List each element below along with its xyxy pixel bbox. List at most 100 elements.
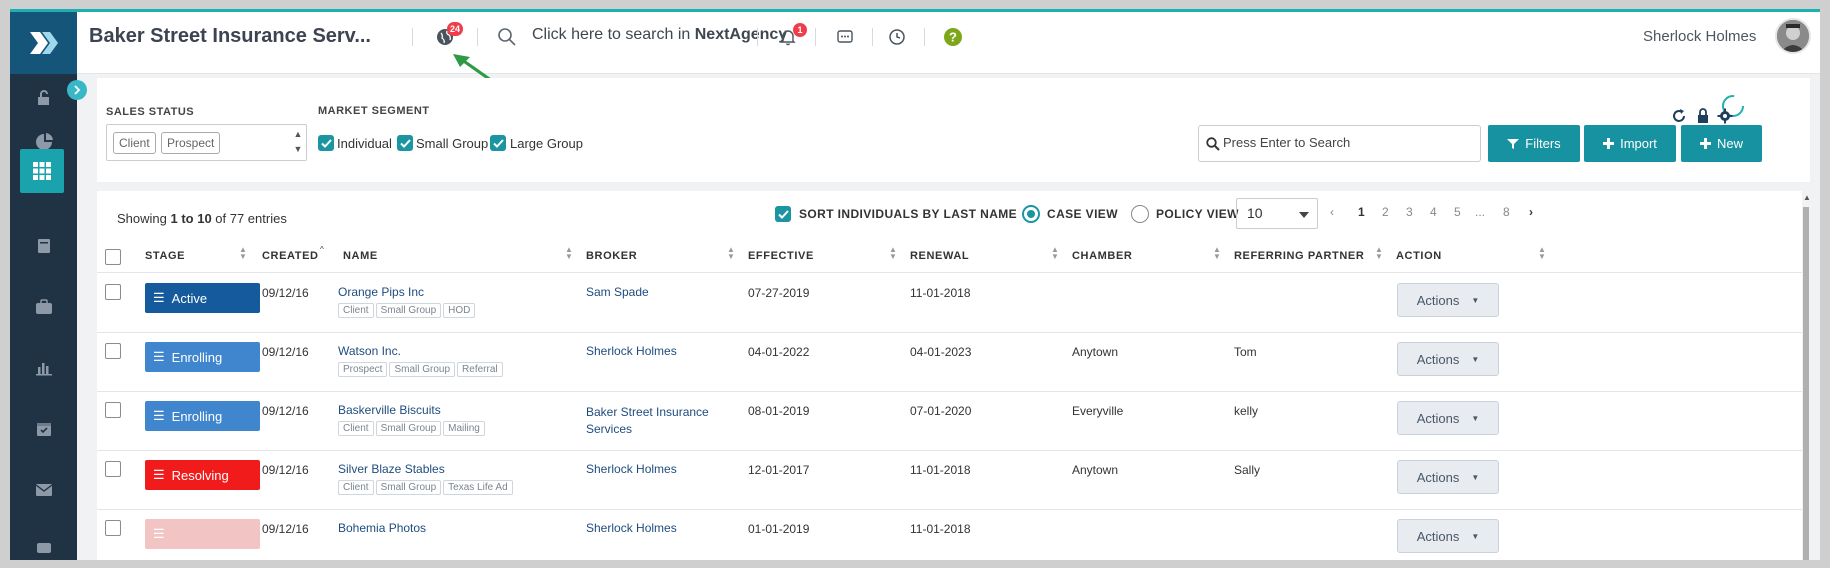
actions-dropdown-button[interactable]: Actions ▼ bbox=[1397, 342, 1499, 376]
help-button[interactable]: ? bbox=[940, 24, 966, 50]
history-button[interactable] bbox=[884, 24, 910, 50]
global-search-hint[interactable]: Click here to search in NextAgency bbox=[532, 26, 787, 44]
gear-icon[interactable] bbox=[1717, 108, 1733, 124]
case-name-link[interactable]: Baskerville Biscuits bbox=[338, 403, 441, 417]
pager-page[interactable]: 3 bbox=[1406, 205, 1413, 219]
actions-dropdown-button[interactable]: Actions ▼ bbox=[1397, 283, 1499, 317]
sidebar-item-briefcase[interactable] bbox=[10, 283, 77, 331]
pager-page[interactable]: 8 bbox=[1503, 205, 1510, 219]
globe-button[interactable]: 24 bbox=[432, 22, 464, 50]
agency-title: Baker Street Insurance Serv... bbox=[89, 25, 371, 47]
pager-page[interactable]: 5 bbox=[1454, 205, 1461, 219]
select-all-checkbox[interactable] bbox=[105, 249, 121, 265]
sort-icon[interactable]: ▲ ▼ bbox=[889, 246, 897, 261]
row-checkbox[interactable] bbox=[105, 343, 121, 359]
pager-page[interactable]: 1 bbox=[1358, 205, 1365, 219]
column-header-stage[interactable]: STAGE bbox=[145, 250, 185, 262]
column-header-chamber[interactable]: CHAMBER bbox=[1072, 250, 1132, 262]
case-name-link[interactable]: Silver Blaze Stables bbox=[338, 462, 445, 476]
scroll-up-icon[interactable]: ▲ bbox=[292, 127, 304, 142]
pager-page[interactable]: 2 bbox=[1382, 205, 1389, 219]
pager-prev[interactable]: ‹ bbox=[1330, 205, 1334, 219]
table-scrollbar-thumb[interactable] bbox=[1803, 207, 1809, 560]
stage-badge[interactable]: ☰ Enrolling bbox=[145, 401, 260, 431]
column-header-effective[interactable]: EFFECTIVE bbox=[748, 250, 814, 262]
segment-small-group-checkbox[interactable] bbox=[397, 135, 413, 151]
case-view-radio[interactable] bbox=[1022, 205, 1040, 223]
column-header-referring-partner[interactable]: REFERRING PARTNER bbox=[1234, 250, 1364, 262]
refresh-icon[interactable] bbox=[1671, 108, 1687, 124]
lock-icon[interactable] bbox=[1696, 108, 1710, 124]
case-tags: Client Small Group Mailing bbox=[338, 421, 485, 436]
column-header-name[interactable]: NAME bbox=[343, 250, 378, 262]
stage-badge[interactable]: ☰ Enrolling bbox=[145, 342, 260, 372]
table-row[interactable]: ☰ Resolving 09/12/16 Silver Blaze Stables… bbox=[97, 450, 1802, 509]
policy-view-radio[interactable] bbox=[1131, 205, 1149, 223]
sales-status-tag[interactable]: Prospect bbox=[161, 132, 221, 154]
column-header-renewal[interactable]: RENEWAL bbox=[910, 250, 969, 262]
column-header-created[interactable]: CREATED bbox=[262, 250, 319, 262]
row-checkbox[interactable] bbox=[105, 284, 121, 300]
search-trigger[interactable] bbox=[494, 24, 520, 50]
table-row[interactable]: ☰ 09/12/16 Bohemia Photos Sherlock Holme… bbox=[97, 509, 1802, 560]
pager-next[interactable]: › bbox=[1529, 205, 1533, 219]
user-name[interactable]: Sherlock Holmes bbox=[1643, 28, 1756, 45]
broker-link[interactable]: Sherlock Holmes bbox=[586, 462, 677, 476]
user-avatar[interactable] bbox=[1775, 18, 1811, 54]
actions-dropdown-button[interactable]: Actions ▼ bbox=[1397, 519, 1499, 553]
case-search-box[interactable] bbox=[1198, 125, 1481, 162]
table-row[interactable]: ☰ Enrolling 09/12/16 Watson Inc. Prospect… bbox=[97, 332, 1802, 391]
sort-ascending-icon[interactable]: ^ bbox=[320, 246, 324, 254]
case-name-link[interactable]: Bohemia Photos bbox=[338, 521, 426, 535]
broker-link[interactable]: Baker Street Insurance Services bbox=[586, 404, 709, 438]
sidebar-item-reports[interactable] bbox=[10, 344, 77, 392]
actions-dropdown-button[interactable]: Actions ▼ bbox=[1397, 460, 1499, 494]
pager-page[interactable]: 4 bbox=[1430, 205, 1437, 219]
sort-icon[interactable]: ▲ ▼ bbox=[565, 246, 573, 261]
case-search-input[interactable] bbox=[1223, 135, 1473, 150]
case-name-link[interactable]: Watson Inc. bbox=[338, 344, 401, 358]
sort-icon[interactable]: ▲ ▼ bbox=[1051, 246, 1059, 261]
filters-button[interactable]: Filters bbox=[1488, 125, 1580, 162]
sales-status-tag[interactable]: Client bbox=[113, 132, 156, 154]
sort-icon[interactable]: ▲ ▼ bbox=[727, 246, 735, 261]
sort-icon[interactable]: ▲ ▼ bbox=[1213, 246, 1221, 261]
import-button[interactable]: Import bbox=[1584, 125, 1676, 162]
stage-badge[interactable]: ☰ Resolving bbox=[145, 460, 260, 490]
row-checkbox[interactable] bbox=[105, 520, 121, 536]
app-logo[interactable] bbox=[10, 12, 77, 74]
broker-link[interactable]: Sam Spade bbox=[586, 285, 649, 299]
broker-link[interactable]: Sherlock Holmes bbox=[586, 521, 677, 535]
sidebar-expand-toggle[interactable] bbox=[67, 80, 87, 100]
table-row[interactable]: ☰ Enrolling 09/12/16 Baskerville Biscuits… bbox=[97, 391, 1802, 450]
actions-dropdown-button[interactable]: Actions ▼ bbox=[1397, 401, 1499, 435]
scroll-up-icon[interactable]: ▲ bbox=[1803, 193, 1811, 202]
new-button[interactable]: New bbox=[1681, 125, 1762, 162]
sort-icon[interactable]: ▲ ▼ bbox=[1538, 246, 1546, 261]
table-row[interactable]: ☰ Active 09/12/16 Orange Pips Inc Client … bbox=[97, 273, 1802, 332]
sort-icon[interactable]: ▲ ▼ bbox=[1375, 246, 1383, 261]
sidebar-item-cases[interactable] bbox=[20, 149, 64, 193]
sidebar-item-calendar[interactable] bbox=[10, 405, 77, 453]
stage-badge[interactable]: ☰ Active bbox=[145, 283, 260, 313]
sidebar-item-mail[interactable] bbox=[10, 466, 77, 514]
broker-link[interactable]: Sherlock Holmes bbox=[586, 344, 677, 358]
column-header-broker[interactable]: BROKER bbox=[586, 250, 637, 262]
tagbox-scroll-arrows[interactable]: ▲ ▼ bbox=[292, 127, 304, 158]
messages-button[interactable] bbox=[832, 24, 858, 50]
row-checkbox[interactable] bbox=[105, 461, 121, 477]
page-size-select[interactable]: 10 bbox=[1236, 198, 1318, 229]
sort-icon[interactable]: ▲ ▼ bbox=[239, 246, 247, 261]
row-checkbox[interactable] bbox=[105, 402, 121, 418]
sales-status-select[interactable]: Client Prospect ▲ ▼ bbox=[106, 124, 307, 161]
stage-badge[interactable]: ☰ bbox=[145, 519, 260, 549]
sort-last-name-checkbox[interactable] bbox=[775, 206, 791, 222]
case-name-link[interactable]: Orange Pips Inc bbox=[338, 285, 424, 299]
sidebar-item-more[interactable] bbox=[10, 524, 77, 560]
sidebar-lock-item[interactable] bbox=[10, 74, 77, 122]
sidebar-item-documents[interactable] bbox=[10, 222, 77, 270]
segment-large-group-checkbox[interactable] bbox=[490, 135, 506, 151]
scroll-down-icon[interactable]: ▼ bbox=[292, 142, 304, 157]
segment-individual-checkbox[interactable] bbox=[318, 135, 334, 151]
notifications-button[interactable]: 1 bbox=[775, 23, 807, 50]
